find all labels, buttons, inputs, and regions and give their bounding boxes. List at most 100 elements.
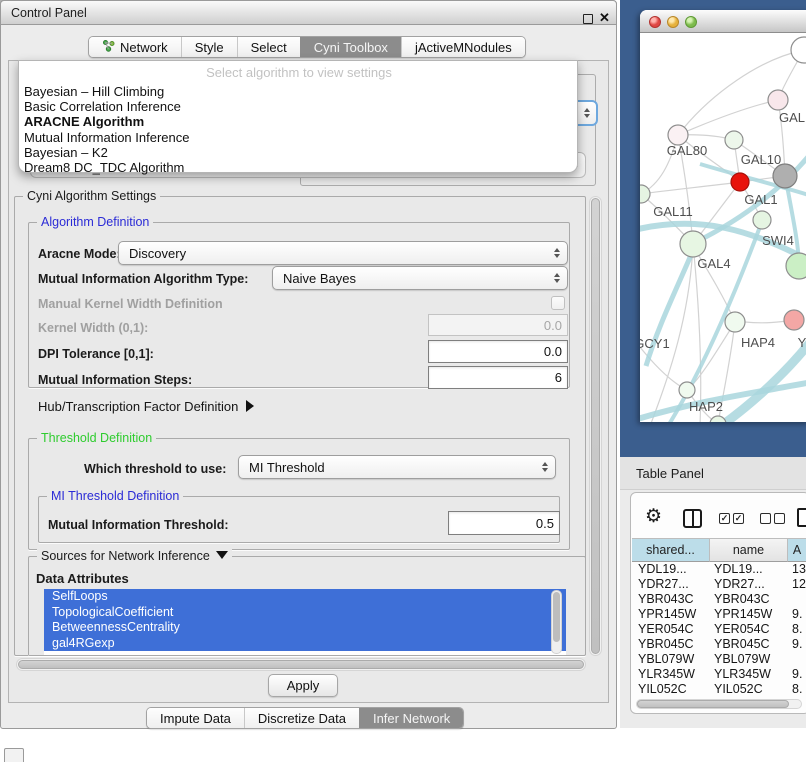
mi-type-combo[interactable]: Naive Bayes xyxy=(272,266,568,290)
apply-button[interactable]: Apply xyxy=(268,674,338,697)
table-row[interactable]: YDL19...YDL19...13 xyxy=(632,562,806,577)
mi-threshold-label: Mutual Information Threshold: xyxy=(48,518,229,532)
table-cell: YER054C xyxy=(710,622,788,637)
gear-icon[interactable]: ⚙ xyxy=(645,505,662,528)
hub-definition-expander[interactable]: Hub/Transcription Factor Definition xyxy=(38,399,254,414)
zoom-traffic-light[interactable] xyxy=(685,16,697,28)
table-row[interactable]: YDR27...YDR27...12 xyxy=(632,577,806,592)
table-cell: 8. xyxy=(788,622,806,637)
minimized-panel-icon[interactable] xyxy=(4,748,24,762)
network-node[interactable] xyxy=(725,131,743,149)
network-node[interactable] xyxy=(791,37,806,63)
tab-label: Style xyxy=(195,40,224,55)
network-window-titlebar[interactable] xyxy=(640,10,806,33)
which-threshold-combo[interactable]: MI Threshold xyxy=(238,455,556,479)
which-threshold-value: MI Threshold xyxy=(249,460,325,475)
table-cell: YBR043C xyxy=(632,592,710,607)
table-cell: YLR345W xyxy=(632,667,710,682)
scrollbar-thumb[interactable] xyxy=(637,700,789,708)
table-cell: 9. xyxy=(788,607,806,622)
network-node[interactable] xyxy=(731,173,749,191)
hub-definition-label: Hub/Transcription Factor Definition xyxy=(38,399,238,414)
tab-cyni-toolbox[interactable]: Cyni Toolbox xyxy=(300,37,401,57)
network-node[interactable] xyxy=(753,211,771,229)
algorithm-option[interactable]: Basic Correlation Inference xyxy=(19,99,575,114)
tab-impute-data[interactable]: Impute Data xyxy=(147,708,244,728)
attribute-list-scrollbar[interactable] xyxy=(551,590,562,654)
kernel-width-value: 0.0 xyxy=(544,318,562,333)
algorithm-option[interactable]: Bayesian – K2 xyxy=(19,145,575,160)
network-view-window[interactable]: GALGAL80GAL10GAL1GAL11SWI4GAL4GCY1HAP4YH… xyxy=(640,10,806,422)
sources-title-label: Sources for Network Inference xyxy=(41,549,210,563)
node-label: HAP4 xyxy=(741,335,775,350)
network-node[interactable] xyxy=(679,382,695,398)
manual-kernel-checkbox[interactable] xyxy=(551,296,565,310)
scrollbar-thumb[interactable] xyxy=(18,660,584,669)
algorithm-combo-arrow-fragment[interactable] xyxy=(576,100,598,126)
network-node[interactable] xyxy=(710,416,726,422)
settings-horizontal-scrollbar[interactable] xyxy=(16,658,586,671)
column-header-partial[interactable]: A xyxy=(788,538,806,562)
network-node[interactable] xyxy=(768,90,788,110)
tab-jactivemnodules[interactable]: jActiveMNodules xyxy=(401,37,525,57)
scrollbar-thumb[interactable] xyxy=(553,592,560,642)
network-graph: GALGAL80GAL10GAL1GAL11SWI4GAL4GCY1HAP4YH… xyxy=(640,34,806,422)
network-node[interactable] xyxy=(773,164,797,188)
algorithm-option[interactable]: Dream8 DC_TDC Algorithm xyxy=(19,160,575,175)
tab-discretize-data[interactable]: Discretize Data xyxy=(244,708,359,728)
desktop-background: GALGAL80GAL10GAL1GAL11SWI4GAL4GCY1HAP4YH… xyxy=(620,0,806,457)
dpi-tolerance-label: DPI Tolerance [0,1]: xyxy=(38,347,154,361)
table-row[interactable]: YPR145WYPR145W9. xyxy=(632,607,806,622)
columns-icon[interactable] xyxy=(683,509,702,528)
algorithm-dropdown-popup: Select algorithm to view settings Bayesi… xyxy=(18,60,578,173)
table-cell: YBL079W xyxy=(710,652,788,667)
tab-select[interactable]: Select xyxy=(237,37,300,57)
control-panel-titlebar[interactable]: Control Panel xyxy=(0,0,617,25)
tab-label: Infer Network xyxy=(373,711,450,726)
attribute-item[interactable]: BetweennessCentrality xyxy=(44,620,566,636)
tab-infer-network[interactable]: Infer Network xyxy=(359,708,463,728)
float-window-icon[interactable] xyxy=(583,14,593,24)
mi-threshold-field[interactable]: 0.5 xyxy=(448,511,560,535)
table-row[interactable]: YER054CYER054C8. xyxy=(632,622,806,637)
node-label: GAL xyxy=(779,110,805,125)
aracne-mode-combo[interactable]: Discovery xyxy=(118,241,568,265)
network-node[interactable] xyxy=(680,231,706,257)
network-edge xyxy=(641,182,740,194)
tab-style[interactable]: Style xyxy=(181,37,237,57)
attribute-item[interactable]: SelfLoops xyxy=(44,589,566,605)
dpi-tolerance-field[interactable]: 0.0 xyxy=(428,340,568,363)
table-row[interactable]: YBL079WYBL079W xyxy=(632,652,806,667)
node-label: SWI4 xyxy=(762,233,794,248)
close-traffic-light[interactable] xyxy=(649,16,661,28)
scrollbar-thumb[interactable] xyxy=(591,198,600,654)
table-row[interactable]: YBR045CYBR045C9. xyxy=(632,637,806,652)
close-icon[interactable]: ✕ xyxy=(599,10,610,26)
sources-group-title[interactable]: Sources for Network Inference xyxy=(37,549,232,563)
table-panel-titlebar[interactable]: Table Panel xyxy=(620,457,806,490)
kernel-width-field[interactable]: 0.0 xyxy=(428,314,568,336)
network-node[interactable] xyxy=(786,253,806,279)
select-all-columns-icon[interactable]: ✓✓ xyxy=(719,513,744,524)
column-header-name[interactable]: name xyxy=(710,538,788,562)
export-table-icon[interactable] xyxy=(797,508,806,527)
attribute-item[interactable]: TopologicalCoefficient xyxy=(44,605,566,621)
settings-vertical-scrollbar[interactable] xyxy=(589,196,602,656)
minimize-traffic-light[interactable] xyxy=(667,16,679,28)
table-row[interactable]: YBR043CYBR043C xyxy=(632,592,806,607)
network-canvas[interactable]: GALGAL80GAL10GAL1GAL11SWI4GAL4GCY1HAP4YH… xyxy=(640,34,806,422)
table-row[interactable]: YLR345WYLR345W9. xyxy=(632,667,806,682)
algorithm-option[interactable]: Mutual Information Inference xyxy=(19,130,575,145)
mi-steps-field[interactable]: 6 xyxy=(428,366,568,389)
algorithm-option[interactable]: ARACNE Algorithm xyxy=(19,114,575,129)
network-node[interactable] xyxy=(668,125,688,145)
attribute-item[interactable]: gal4RGexp xyxy=(44,636,566,652)
network-node[interactable] xyxy=(725,312,745,332)
network-node[interactable] xyxy=(784,310,804,330)
deselect-all-columns-icon[interactable] xyxy=(760,513,785,524)
column-header-shared[interactable]: shared... xyxy=(632,538,710,562)
algorithm-option[interactable]: Bayesian – Hill Climbing xyxy=(19,84,575,99)
table-cell: YPR145W xyxy=(710,607,788,622)
table-row[interactable]: YIL052CYIL052C8. xyxy=(632,682,806,697)
tab-network[interactable]: Network xyxy=(89,37,181,57)
